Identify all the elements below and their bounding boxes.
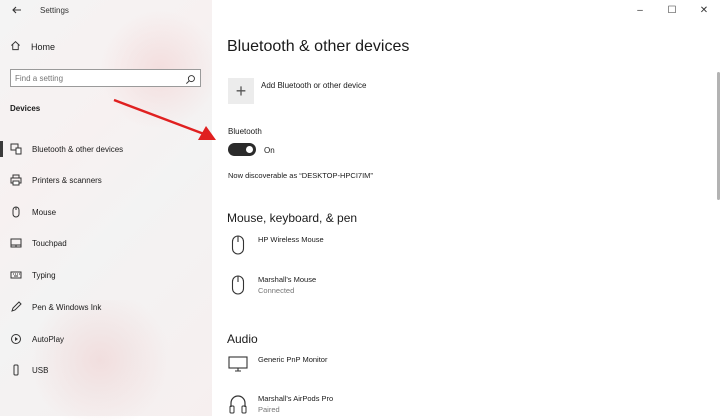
device-name: Marshall's AirPods Pro xyxy=(258,394,334,403)
minimize-button[interactable]: – xyxy=(624,0,656,20)
sidebar-item-touchpad[interactable]: Touchpad xyxy=(10,233,205,253)
sidebar-item-label: Bluetooth & other devices xyxy=(32,144,124,154)
page-title: Bluetooth & other devices xyxy=(227,38,410,55)
home-icon xyxy=(10,40,21,53)
sidebar-item-mouse[interactable]: Mouse xyxy=(10,202,205,222)
device-status: Paired xyxy=(258,405,280,414)
sidebar-item-autoplay[interactable]: AutoPlay xyxy=(10,329,205,349)
sidebar: Settings Home Devices Bluetooth & other … xyxy=(0,0,220,420)
printer-icon xyxy=(10,174,22,186)
discoverable-text: Now discoverable as “DESKTOP-HPCI7IM” xyxy=(228,171,373,180)
section-mouse-keyboard-pen: Mouse, keyboard, & pen xyxy=(227,211,358,225)
headphones-icon xyxy=(228,394,248,416)
mouse-icon xyxy=(228,275,248,297)
device-item[interactable]: Marshall's Mouse Connected xyxy=(228,275,316,297)
usb-icon xyxy=(10,364,22,376)
main-panel: – ☐ ✕ Bluetooth & other devices + Add Bl… xyxy=(212,0,720,416)
device-item[interactable]: Marshall's AirPods Pro Paired xyxy=(228,394,333,416)
sidebar-item-typing[interactable]: Typing xyxy=(10,265,205,285)
sidebar-item-printers[interactable]: Printers & scanners xyxy=(10,170,205,190)
toggle-knob xyxy=(246,146,253,153)
nav-home[interactable]: Home xyxy=(10,40,55,53)
device-name: HP Wireless Mouse xyxy=(258,235,324,244)
sidebar-item-label: AutoPlay xyxy=(32,334,65,344)
section-devices: Devices xyxy=(10,104,41,113)
sidebar-item-label: Printers & scanners xyxy=(32,175,102,185)
autoplay-icon xyxy=(10,333,22,345)
add-device-button[interactable]: + xyxy=(228,78,254,104)
sidebar-item-label: Typing xyxy=(32,270,56,280)
device-name: Marshall's Mouse xyxy=(258,275,317,284)
plus-icon: + xyxy=(235,80,247,101)
sidebar-item-label: Touchpad xyxy=(32,238,67,248)
pen-icon xyxy=(10,301,22,313)
sidebar-item-usb[interactable]: USB xyxy=(10,360,205,380)
sidebar-item-label: USB xyxy=(32,365,49,375)
touchpad-icon xyxy=(10,237,22,249)
search-icon[interactable] xyxy=(185,72,196,90)
bluetooth-devices-icon xyxy=(10,143,22,155)
app-title: Settings xyxy=(40,6,69,15)
bluetooth-state: On xyxy=(264,146,275,155)
close-button[interactable]: ✕ xyxy=(688,0,720,20)
device-name: Generic PnP Monitor xyxy=(258,355,328,364)
annotation-arrow-icon xyxy=(113,98,216,140)
section-audio: Audio xyxy=(227,332,258,346)
sidebar-item-pen[interactable]: Pen & Windows Ink xyxy=(10,297,205,317)
bluetooth-label: Bluetooth xyxy=(228,127,262,136)
mouse-icon xyxy=(228,235,248,257)
keyboard-icon xyxy=(10,269,22,281)
search-input[interactable] xyxy=(15,71,183,85)
home-label: Home xyxy=(31,41,56,52)
search-box[interactable] xyxy=(10,69,201,87)
add-device-label[interactable]: Add Bluetooth or other device xyxy=(261,81,366,90)
maximize-button[interactable]: ☐ xyxy=(656,0,688,20)
device-item[interactable]: HP Wireless Mouse xyxy=(228,235,324,257)
monitor-icon xyxy=(228,355,248,377)
bluetooth-toggle[interactable] xyxy=(228,143,256,156)
device-item[interactable]: Generic PnP Monitor xyxy=(228,355,327,377)
window-controls: – ☐ ✕ xyxy=(624,0,720,20)
sidebar-item-label: Mouse xyxy=(32,207,57,217)
device-status: Connected xyxy=(258,286,295,295)
back-arrow-icon[interactable] xyxy=(8,2,26,20)
mouse-icon xyxy=(10,206,22,218)
sidebar-item-label: Pen & Windows Ink xyxy=(32,302,102,312)
